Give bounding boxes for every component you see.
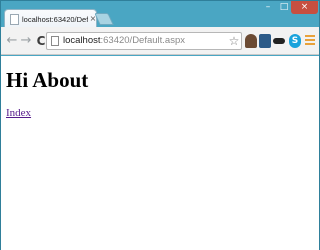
back-arrow-icon[interactable]: ←	[5, 33, 19, 49]
address-url[interactable]: localhost:63420/Default.aspx	[63, 34, 185, 48]
browser-toolbar: ← → C localhost:63420/Default.aspx ☆ S	[1, 27, 319, 55]
url-path: :63420/Default.aspx	[100, 35, 186, 46]
page-content: Hi About Index	[1, 56, 319, 250]
tab-title: localhost:63420/Default.a	[22, 15, 88, 24]
address-bar[interactable]: localhost:63420/Default.aspx ☆	[46, 32, 242, 50]
extension-icon[interactable]	[259, 34, 271, 48]
page-heading: Hi About	[6, 68, 89, 92]
bookmark-star-icon[interactable]: ☆	[227, 33, 241, 49]
browser-tab[interactable]: localhost:63420/Default.a ×	[4, 9, 97, 28]
browser-window: localhost:63420/Default.a × – □ × ← → C …	[0, 0, 320, 250]
page-icon	[51, 36, 59, 46]
tab-strip: localhost:63420/Default.a × – □ ×	[1, 1, 320, 28]
extension-icon[interactable]	[245, 34, 257, 48]
new-tab-button[interactable]	[94, 13, 114, 25]
url-host: localhost	[63, 35, 101, 46]
index-link[interactable]: Index	[6, 107, 31, 119]
forward-arrow-icon[interactable]: →	[19, 33, 33, 49]
minimize-button[interactable]: –	[261, 1, 275, 14]
page-favicon-icon	[10, 14, 19, 25]
skype-icon[interactable]: S	[289, 34, 301, 48]
glasses-icon[interactable]	[273, 38, 285, 44]
menu-icon[interactable]	[305, 35, 315, 47]
close-window-button[interactable]: ×	[291, 1, 318, 14]
maximize-button[interactable]: □	[277, 1, 291, 14]
